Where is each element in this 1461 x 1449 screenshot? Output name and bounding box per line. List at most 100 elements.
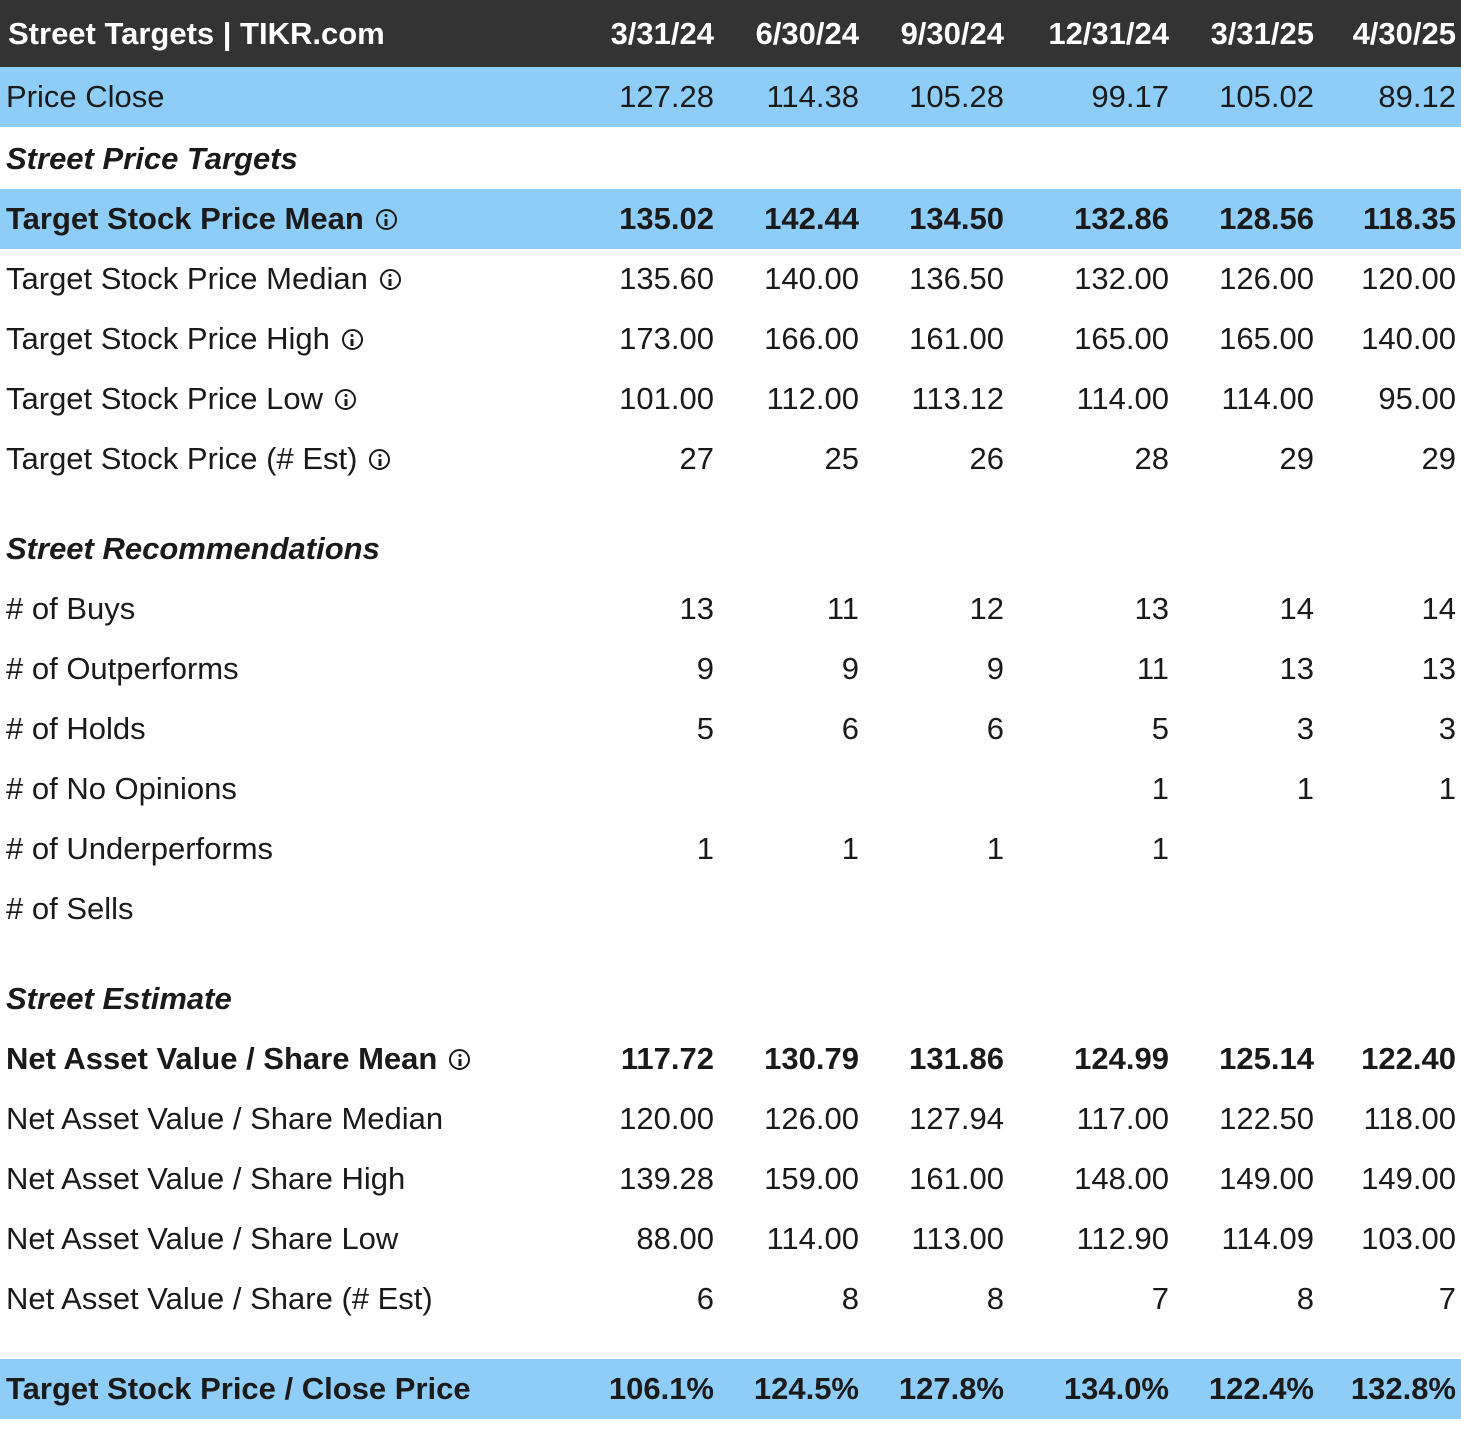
cell: 88.00	[636, 1221, 714, 1256]
table-row-nav-low: Net Asset Value / Share Low 88.00 114.00…	[0, 1209, 1461, 1269]
info-icon[interactable]	[379, 268, 401, 290]
cell: 161.00	[909, 1161, 1004, 1196]
cell: 1	[1438, 771, 1456, 806]
cell: 120.00	[619, 1101, 714, 1136]
date-header-5: 4/30/25	[1352, 15, 1456, 51]
cell: 6	[986, 711, 1004, 746]
row-label: # of Holds	[6, 711, 146, 746]
cell: 112.90	[1076, 1221, 1169, 1256]
cell: 5	[696, 711, 714, 746]
cell: 8	[1296, 1281, 1314, 1316]
table-row-target-low: Target Stock Price Low 101.00 112.00 113…	[0, 369, 1461, 429]
cell: 14	[1279, 591, 1314, 626]
cell: 113.00	[911, 1221, 1004, 1256]
cell: 7	[1151, 1281, 1169, 1316]
cell: 127.94	[909, 1101, 1004, 1136]
cell: 95.00	[1378, 381, 1456, 416]
cell: 29	[1421, 441, 1456, 476]
cell: 13	[1279, 651, 1314, 686]
cell: 9	[841, 651, 859, 686]
date-header-4: 3/31/25	[1210, 15, 1314, 51]
table-row-target-close-ratio: Target Stock Price / Close Price 106.1% …	[0, 1359, 1461, 1419]
cell: 13	[1134, 591, 1169, 626]
table-row-underperforms: # of Underperforms 1 1 1 1	[0, 819, 1461, 879]
cell: 1	[841, 831, 859, 866]
table-row-nav-est: Net Asset Value / Share (# Est) 6 8 8 7 …	[0, 1269, 1461, 1329]
price-close-row: Price Close 127.28 114.38 105.28 99.17 1…	[0, 67, 1461, 127]
section-street-price-targets: Street Price Targets	[0, 129, 1461, 189]
cell: 114.09	[1221, 1221, 1314, 1256]
cell: 11	[826, 591, 859, 626]
cell: 9	[986, 651, 1004, 686]
cell: 134.50	[909, 201, 1004, 236]
cell: 3	[1296, 711, 1314, 746]
table-row-nav-high: Net Asset Value / Share High 139.28 159.…	[0, 1149, 1461, 1209]
cell: 149.00	[1219, 1161, 1314, 1196]
cell: 118.35	[1362, 201, 1456, 236]
date-header-1: 6/30/24	[755, 15, 859, 51]
row-label: Target Stock Price High	[6, 321, 330, 356]
cell: 105.28	[909, 79, 1004, 114]
cell: 13	[679, 591, 714, 626]
cell: 166.00	[764, 321, 859, 356]
cell: 124.5%	[753, 1371, 859, 1406]
cell: 135.02	[619, 201, 714, 236]
cell: 8	[841, 1281, 859, 1316]
cell: 1	[1151, 831, 1169, 866]
cell: 14	[1421, 591, 1456, 626]
table-row-outperforms: # of Outperforms 9 9 9 11 13 13	[0, 639, 1461, 699]
row-label: Net Asset Value / Share Mean	[6, 1041, 438, 1076]
cell: 1	[1151, 771, 1169, 806]
cell: 131.86	[909, 1041, 1004, 1076]
row-label: Target Stock Price Median	[6, 261, 368, 296]
info-icon[interactable]	[369, 448, 391, 470]
cell: 28	[1134, 441, 1169, 476]
cell: 122.40	[1361, 1041, 1456, 1076]
cell: 127.28	[619, 79, 714, 114]
section-title: Street Estimate	[6, 981, 232, 1016]
table-row-target-median: Target Stock Price Median 135.60 140.00 …	[0, 249, 1461, 309]
cell: 112.00	[766, 381, 859, 416]
row-label: Target Stock Price (# Est)	[6, 441, 358, 476]
cell: 1	[696, 831, 714, 866]
cell: 3	[1438, 711, 1456, 746]
info-icon[interactable]	[335, 388, 357, 410]
cell: 148.00	[1074, 1161, 1169, 1196]
table-row-holds: # of Holds 5 6 6 5 3 3	[0, 699, 1461, 759]
row-label: # of Outperforms	[6, 651, 239, 686]
table-title: Street Targets | TIKR.com	[8, 15, 385, 51]
cell: 12	[969, 591, 1004, 626]
row-label: Net Asset Value / Share Low	[6, 1221, 399, 1256]
table-row-target-mean: Target Stock Price Mean 135.02 142.44 13…	[0, 189, 1461, 249]
cell: 13	[1421, 651, 1456, 686]
cell: 105.02	[1219, 79, 1314, 114]
cell: 124.99	[1074, 1041, 1169, 1076]
cell: 173.00	[619, 321, 714, 356]
row-label: # of Underperforms	[6, 831, 274, 866]
cell: 126.00	[764, 1101, 859, 1136]
cell: 128.56	[1219, 201, 1314, 236]
info-icon[interactable]	[341, 328, 363, 350]
section-street-estimate: Street Estimate	[0, 969, 1461, 1029]
cell: 99.17	[1091, 79, 1169, 114]
cell: 1	[986, 831, 1004, 866]
date-header-2: 9/30/24	[900, 15, 1004, 51]
cell: 118.00	[1363, 1101, 1456, 1136]
cell: 5	[1151, 711, 1169, 746]
cell: 26	[969, 441, 1004, 476]
info-icon[interactable]	[375, 208, 397, 230]
row-label: Target Stock Price Low	[6, 381, 324, 416]
cell: 103.00	[1361, 1221, 1456, 1256]
section-street-recommendations: Street Recommendations	[0, 519, 1461, 579]
table-row-nav-mean: Net Asset Value / Share Mean 117.72 130.…	[0, 1029, 1461, 1089]
info-icon[interactable]	[449, 1048, 471, 1070]
street-targets-table: Street Targets | TIKR.com 3/31/24 6/30/2…	[0, 0, 1461, 1419]
cell: 126.00	[1219, 261, 1314, 296]
cell: 132.8%	[1350, 1371, 1456, 1406]
cell: 120.00	[1361, 261, 1456, 296]
cell: 117.72	[620, 1041, 714, 1076]
cell: 130.79	[764, 1041, 859, 1076]
row-label: Net Asset Value / Share (# Est)	[6, 1281, 433, 1316]
